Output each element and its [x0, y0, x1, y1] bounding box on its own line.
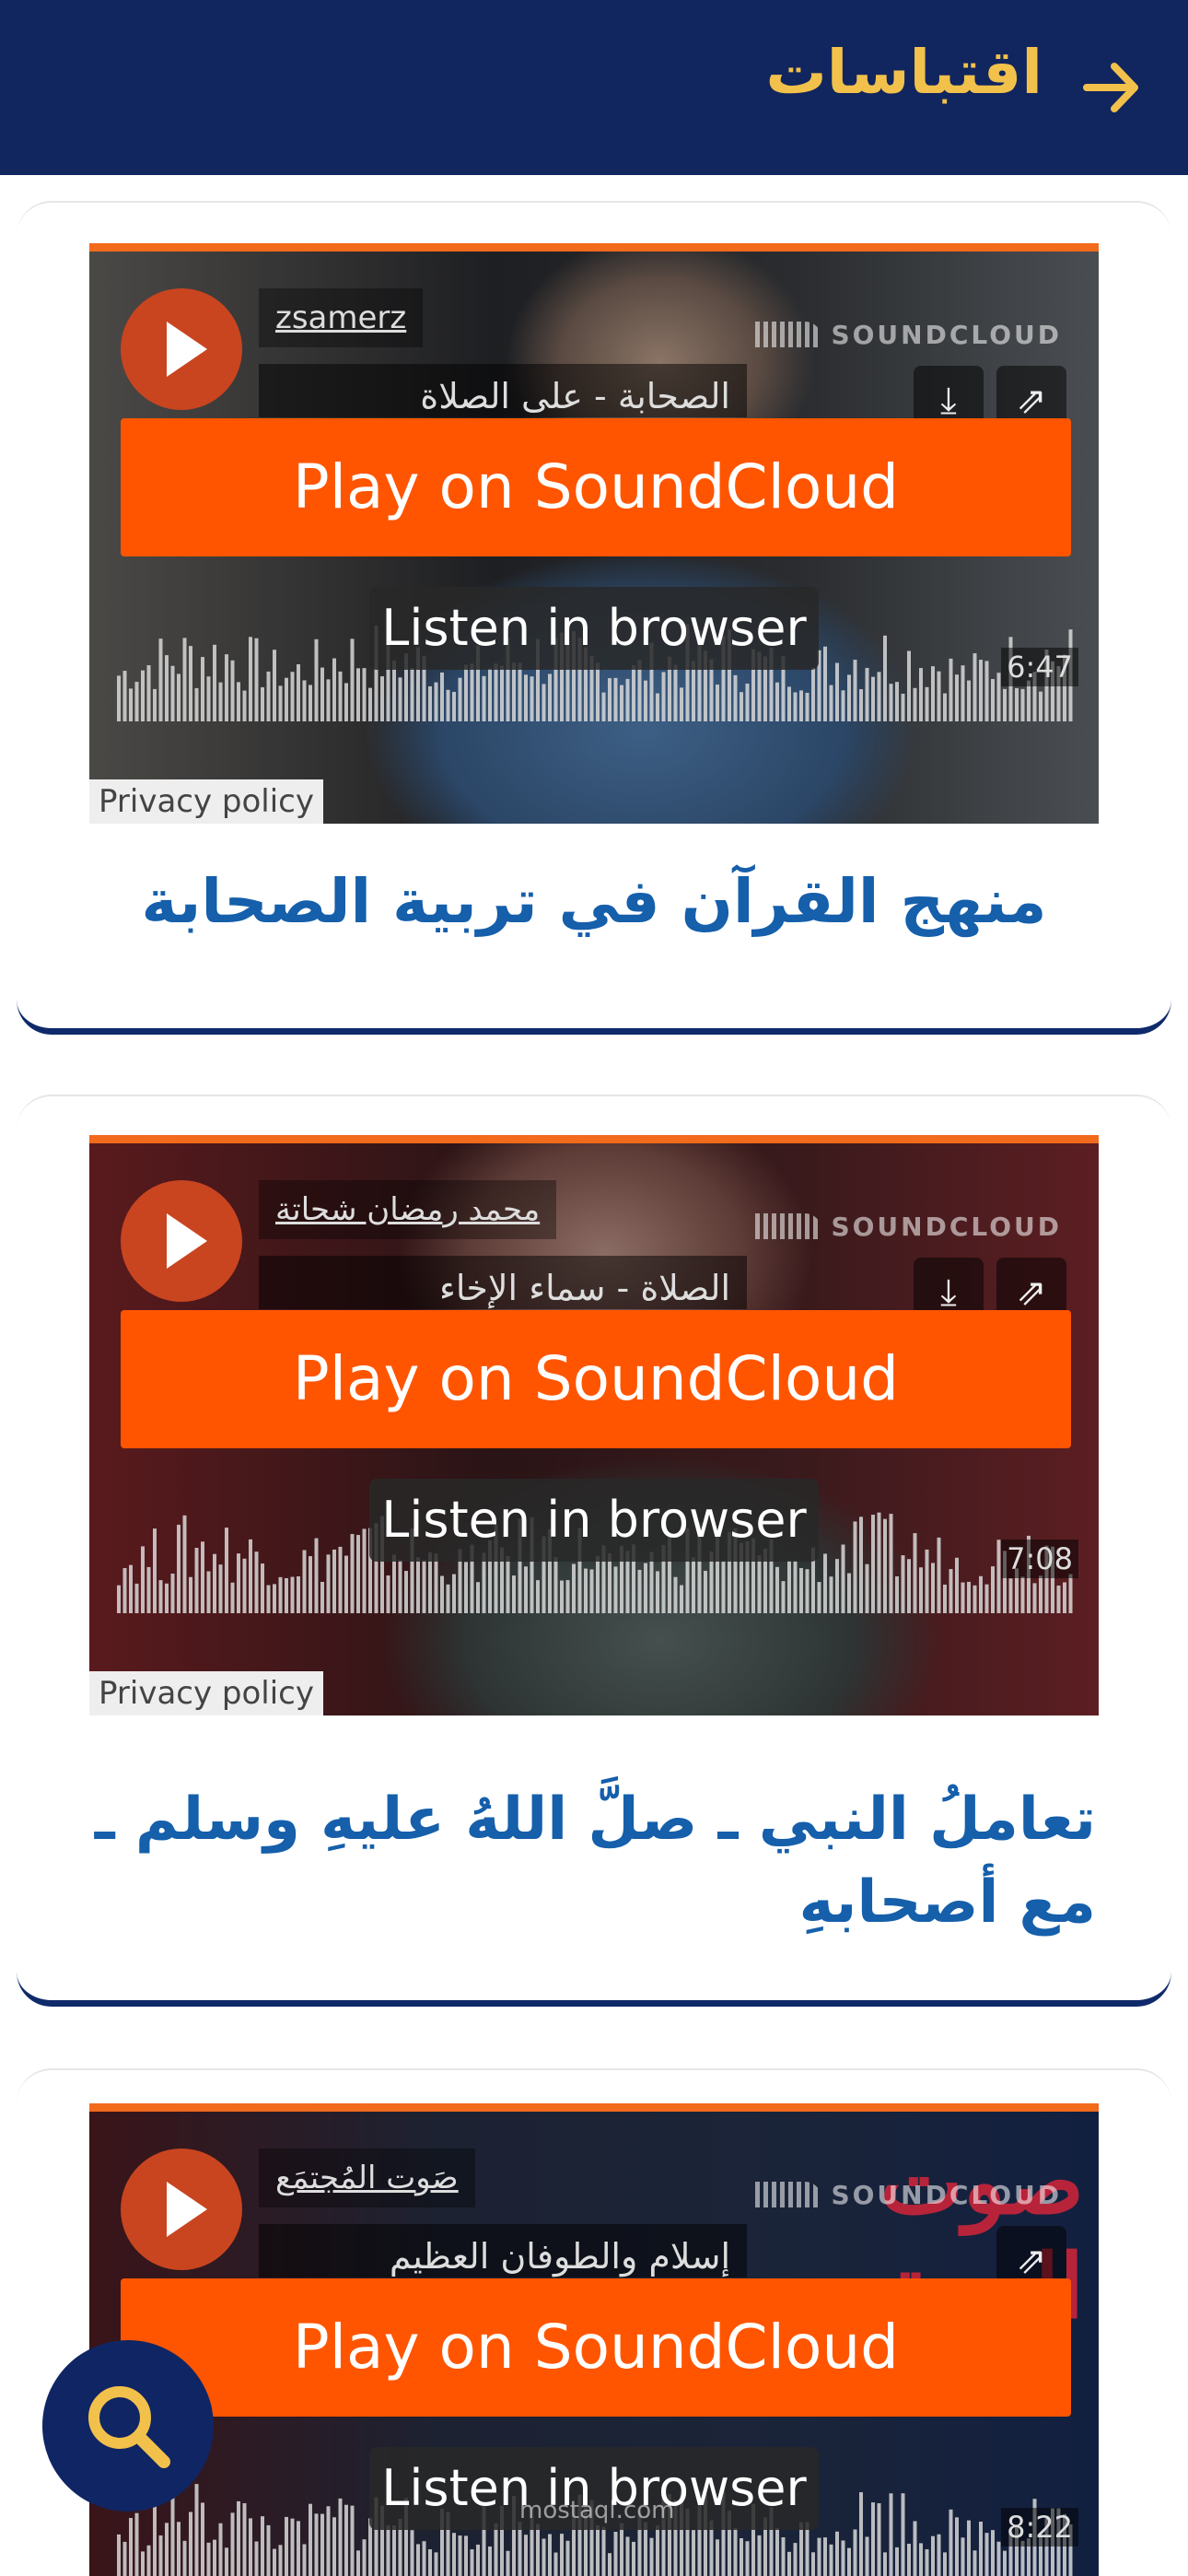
listen-in-browser-button[interactable]: Listen in browser — [369, 1479, 819, 1562]
uploader-link[interactable]: صَوت المُجتمَع — [259, 2149, 475, 2207]
play-icon[interactable] — [121, 2149, 242, 2270]
play-icon[interactable] — [121, 288, 242, 410]
track-duration: 7:08 — [1001, 1540, 1078, 1578]
track-duration: 8:22 — [1001, 2508, 1078, 2547]
arrow-right-icon[interactable] — [1079, 55, 1144, 120]
soundcloud-logo[interactable]: SOUNDCLOUD — [755, 2180, 1062, 2210]
listen-in-browser-button[interactable]: Listen in browser — [369, 587, 819, 670]
card-title[interactable]: تعاملُ النبي ـ صلَّ اللهُ عليهِ وسلم ـ م… — [92, 1778, 1096, 1944]
page-title: اقتباسات — [765, 37, 1042, 108]
soundcloud-cloud-icon — [755, 2182, 822, 2207]
play-on-soundcloud-button[interactable]: Play on SoundCloud — [121, 418, 1071, 556]
track-title[interactable]: الصحابة - على الصلاة — [259, 364, 747, 417]
watermark: mostaql.com — [519, 2497, 675, 2524]
search-icon — [88, 2386, 170, 2468]
track-title[interactable]: إسلام والطوفان العظيم — [259, 2224, 747, 2277]
search-button[interactable] — [42, 2340, 214, 2512]
soundcloud-logo[interactable]: SOUNDCLOUD — [755, 320, 1062, 350]
card-title[interactable]: منهج القرآن في تربية الصحابة — [92, 866, 1096, 937]
uploader-link[interactable]: zsamerz — [259, 288, 424, 347]
privacy-policy-link[interactable]: Privacy policy — [89, 1671, 323, 1715]
soundcloud-player: zsamerz الصحابة - على الصلاة SOUNDCLOUD … — [89, 243, 1099, 824]
play-icon[interactable] — [121, 1180, 242, 1302]
track-title[interactable]: الصلاة - سماء الإخاء — [259, 1256, 747, 1309]
soundcloud-cloud-icon — [755, 322, 822, 347]
app-header: اقتباسات — [0, 0, 1188, 175]
soundcloud-logo[interactable]: SOUNDCLOUD — [755, 1212, 1062, 1242]
uploader-link[interactable]: محمد رمضان شحاتة — [259, 1180, 557, 1239]
track-duration: 6:47 — [1001, 648, 1078, 686]
soundcloud-cloud-icon — [755, 1213, 822, 1239]
soundcloud-player: محمد رمضان شحاتة الصلاة - سماء الإخاء SO… — [89, 1135, 1099, 1715]
privacy-policy-link[interactable]: Privacy policy — [89, 779, 323, 824]
play-on-soundcloud-button[interactable]: Play on SoundCloud — [121, 2278, 1071, 2417]
play-on-soundcloud-button[interactable]: Play on SoundCloud — [121, 1310, 1071, 1448]
